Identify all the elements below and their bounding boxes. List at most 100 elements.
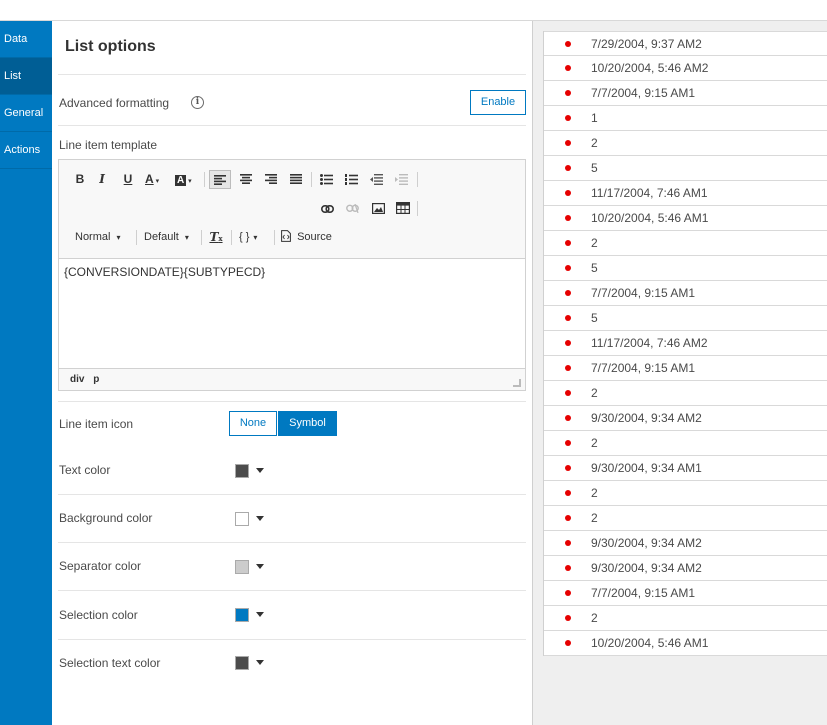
nav-item-actions[interactable]: Actions [0,132,52,169]
toolbar-separator [201,230,202,245]
bold-button[interactable]: B [73,170,87,189]
list-item-text: 7/7/2004, 9:15 AM1 [591,286,696,300]
list-item[interactable]: 7/7/2004, 9:15 AM1 [544,281,827,306]
chevron-down-icon[interactable] [256,516,264,521]
list-item[interactable]: 7/29/2004, 9:37 AM2 [544,31,827,56]
table-button[interactable] [394,199,412,218]
divider [58,125,526,126]
toolbar-separator [204,172,205,187]
list-item[interactable]: 9/30/2004, 9:34 AM2 [544,556,827,581]
list-item[interactable]: 5 [544,256,827,281]
list-item[interactable]: 9/30/2004, 9:34 AM1 [544,456,827,481]
separator-color-swatch[interactable] [235,560,249,574]
table-icon [396,202,411,215]
resize-grip-icon[interactable] [513,379,521,387]
template-text: {CONVERSIONDATE}{SUBTYPECD} [64,265,266,279]
enable-button[interactable]: Enable [470,90,526,115]
italic-button[interactable]: I [95,170,109,189]
increase-indent-icon [394,174,408,185]
list-item[interactable]: 11/17/2004, 7:46 AM2 [544,331,827,356]
unlink-icon [345,203,359,214]
divider [58,401,526,402]
list-item[interactable]: 2 [544,131,827,156]
list-item[interactable]: 7/7/2004, 9:15 AM1 [544,356,827,381]
remove-format-button[interactable]: Tx [208,228,224,247]
bullet-dot-icon [565,415,571,421]
list-item[interactable]: 2 [544,431,827,456]
list-item-text: 10/20/2004, 5:46 AM1 [591,636,709,650]
chevron-down-icon[interactable] [256,660,264,665]
icon-symbol-button[interactable]: Symbol [278,411,337,436]
element-path: div p [70,374,99,385]
bulleted-list-button[interactable] [317,170,335,189]
list-item-text: 5 [591,311,598,325]
decrease-indent-button[interactable] [367,170,385,189]
list-item-text: 2 [591,236,598,250]
list-item[interactable]: 2 [544,606,827,631]
page-title: List options [65,38,156,55]
text-color-label: Text color [59,463,111,477]
source-button[interactable]: Source [281,228,337,247]
chevron-down-icon[interactable] [256,564,264,569]
toolbar-separator [231,230,232,245]
list-item[interactable]: 7/7/2004, 9:15 AM1 [544,581,827,606]
text-color-swatch[interactable] [235,464,249,478]
list-item-text: 11/17/2004, 7:46 AM2 [591,336,708,350]
list-item[interactable]: 7/7/2004, 9:15 AM1 [544,81,827,106]
list-item[interactable]: 2 [544,481,827,506]
list-item[interactable]: 5 [544,156,827,181]
align-right-button[interactable] [262,170,280,189]
list-item-text: 1 [591,111,598,125]
text-color-glyph: A [145,172,154,186]
element-path-p[interactable]: p [93,374,99,385]
list-item[interactable]: 11/17/2004, 7:46 AM1 [544,181,827,206]
list-item[interactable]: 10/20/2004, 5:46 AM2 [544,56,827,81]
placeholder-button[interactable]: { } ▾ [239,228,269,247]
info-icon[interactable]: i [191,96,204,109]
template-textarea[interactable]: {CONVERSIONDATE}{SUBTYPECD} [59,258,525,369]
selection-color-swatch[interactable] [235,608,249,622]
background-color-swatch[interactable] [235,512,249,526]
nav-item-list[interactable]: List [0,58,52,95]
bullet-dot-icon [565,315,571,321]
numbered-list-button[interactable] [342,170,360,189]
image-button[interactable] [369,199,387,218]
justify-button[interactable] [287,170,305,189]
list-item-text: 2 [591,511,598,525]
list-item[interactable]: 5 [544,306,827,331]
list-item[interactable]: 10/20/2004, 5:46 AM1 [544,206,827,231]
nav-item-data[interactable]: Data [0,21,52,58]
list-item[interactable]: 2 [544,506,827,531]
text-color-button[interactable]: A ▾ [145,170,167,189]
background-color-button[interactable]: A ▾ [175,170,199,189]
bullet-dot-icon [565,565,571,571]
list-item[interactable]: 9/30/2004, 9:34 AM2 [544,531,827,556]
align-center-button[interactable] [237,170,255,189]
list-options-panel: List options Advanced formatting i Enabl… [52,21,532,725]
link-button[interactable] [318,199,336,218]
toolbar-separator [417,172,418,187]
unlink-button[interactable] [343,199,361,218]
nav-item-general[interactable]: General [0,95,52,132]
list-item[interactable]: 2 [544,381,827,406]
icon-none-button[interactable]: None [229,411,277,436]
preview-list: 7/29/2004, 9:37 AM2 10/20/2004, 5:46 AM2 7… [543,31,827,656]
list-item-text: 9/30/2004, 9:34 AM2 [591,411,702,425]
selection-text-color-swatch[interactable] [235,656,249,670]
toolbar-separator [274,230,275,245]
element-path-div[interactable]: div [70,374,84,385]
increase-indent-button[interactable] [392,170,410,189]
chevron-down-icon[interactable] [256,612,264,617]
list-item[interactable]: 2 [544,231,827,256]
font-select[interactable]: Default ▾ [144,228,200,247]
bullet-dot-icon [565,115,571,121]
list-item[interactable]: 9/30/2004, 9:34 AM2 [544,406,827,431]
list-item[interactable]: 10/20/2004, 5:46 AM1 [544,631,827,656]
underline-button[interactable]: U [121,170,135,189]
bullet-dot-icon [565,165,571,171]
toolbar-separator [417,201,418,216]
list-item[interactable]: 1 [544,106,827,131]
chevron-down-icon[interactable] [256,468,264,473]
align-left-button[interactable] [209,170,231,189]
format-select[interactable]: Normal ▾ [75,228,131,247]
